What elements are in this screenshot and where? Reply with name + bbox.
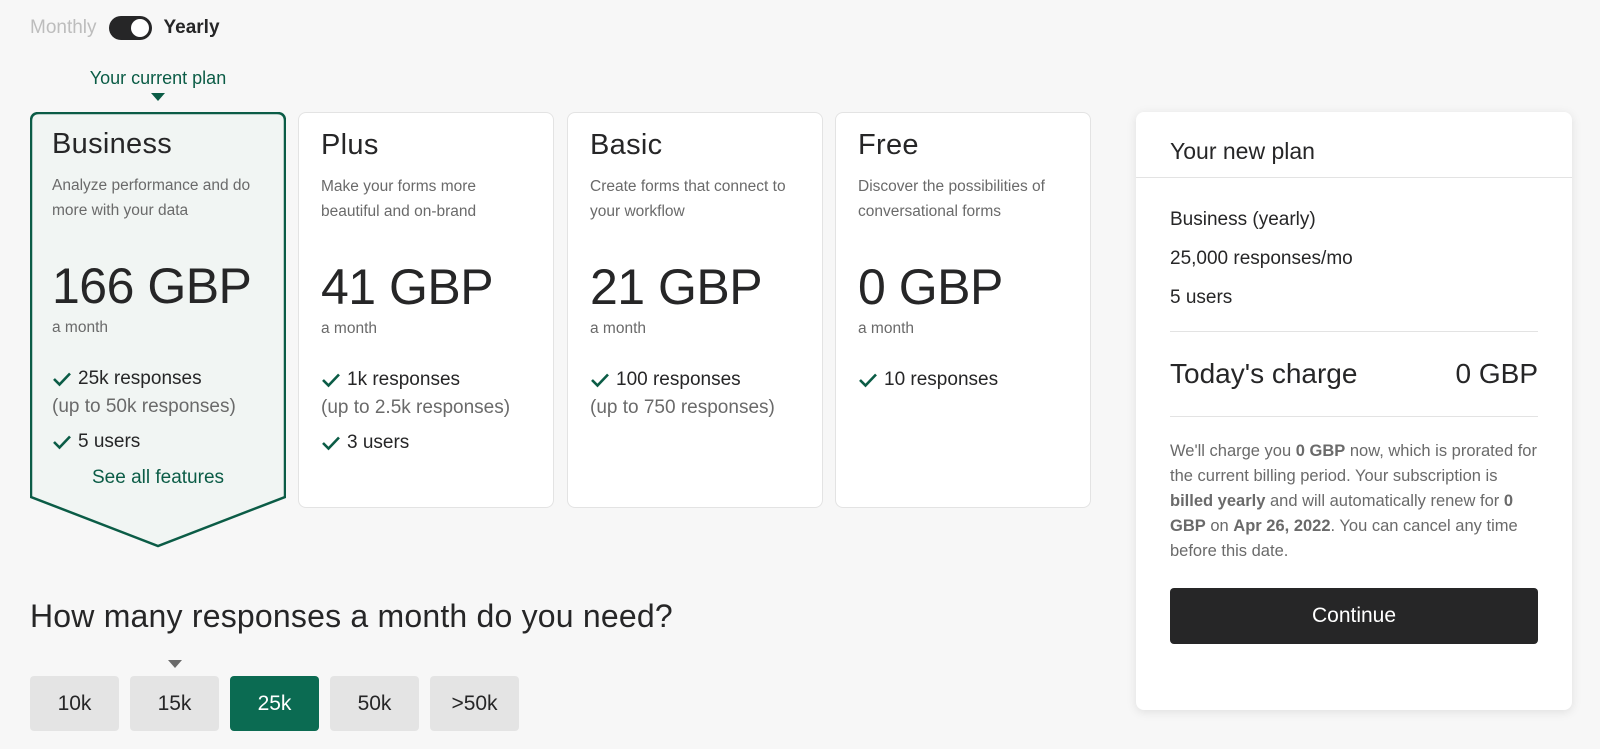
- check-icon: [859, 373, 877, 388]
- plan-name: Basic: [590, 129, 663, 161]
- plan-period: a month: [321, 320, 378, 337]
- plan-period: a month: [52, 319, 109, 336]
- plan-name: Business: [52, 128, 173, 160]
- plan-description: Create forms that connect to your workfl…: [590, 178, 786, 220]
- plan-description: Analyze performance and do more with you…: [52, 177, 251, 219]
- feature-users-label: 5 users: [78, 431, 141, 452]
- continue-button[interactable]: Continue: [1170, 588, 1538, 644]
- feature-responses-note: (up to 50k responses): [52, 396, 236, 417]
- feature-users: 3 users: [321, 432, 531, 454]
- billing-switch[interactable]: [108, 16, 152, 40]
- current-responses-arrow-icon: [168, 660, 182, 668]
- responses-question: How many responses a month do you need?: [30, 598, 673, 634]
- plan-period: a month: [590, 320, 647, 337]
- responses-option-15k[interactable]: 15k: [130, 676, 219, 731]
- plan-price: 21 GBP: [590, 259, 763, 315]
- new-plan-summary: Your new plan Business (yearly) 25,000 r…: [1136, 112, 1572, 710]
- feature-responses-label: 1k responses: [347, 369, 461, 390]
- monthly-label[interactable]: Monthly: [30, 17, 97, 39]
- feature-responses-label: 100 responses: [616, 369, 741, 390]
- responses-option-10k[interactable]: 10k: [30, 676, 119, 731]
- responses-options: 10k 15k 25k 50k >50k: [30, 676, 519, 731]
- feature-responses: 1k responses (up to 2.5k responses): [321, 366, 531, 422]
- plan-description: Make your forms more beautiful and on-br…: [321, 178, 477, 220]
- current-plan-arrow-icon: [151, 93, 165, 101]
- check-icon: [322, 373, 340, 388]
- feature-responses-note: (up to 2.5k responses): [321, 397, 511, 418]
- plan-price: 0 GBP: [858, 259, 1003, 315]
- summary-plan: Business (yearly): [1170, 209, 1316, 230]
- current-plan-marker: Your current plan: [30, 68, 286, 101]
- todays-charge-row: Today's charge 0 GBP: [1170, 332, 1538, 416]
- plan-card-free[interactable]: Free Discover the possibilities of conve…: [835, 112, 1091, 508]
- summary-responses: 25,000 responses/mo: [1170, 248, 1353, 269]
- plan-price: 41 GBP: [321, 259, 494, 315]
- summary-users: 5 users: [1170, 287, 1233, 308]
- todays-charge-label: Today's charge: [1170, 358, 1358, 389]
- todays-charge-value: 0 GBP: [1455, 358, 1538, 389]
- check-icon: [53, 372, 71, 387]
- current-plan-label: Your current plan: [89, 68, 227, 88]
- responses-option-25k[interactable]: 25k: [230, 676, 319, 731]
- feature-responses: 10 responses: [858, 366, 1068, 394]
- check-icon: [53, 435, 71, 450]
- plan-period: a month: [858, 320, 915, 337]
- summary-title: Your new plan: [1136, 112, 1572, 178]
- feature-responses-label: 25k responses: [78, 368, 202, 389]
- plan-description: Discover the possibilities of conversati…: [858, 178, 1045, 220]
- feature-users: 5 users: [52, 431, 264, 453]
- charge-note: We'll charge you 0 GBP now, which is pro…: [1170, 442, 1537, 560]
- check-icon: [322, 436, 340, 451]
- plan-name: Plus: [321, 129, 379, 161]
- responses-option-over-50k[interactable]: >50k: [430, 676, 519, 731]
- plan-card-basic[interactable]: Basic Create forms that connect to your …: [567, 112, 823, 508]
- responses-option-50k[interactable]: 50k: [330, 676, 419, 731]
- divider: [1170, 416, 1538, 417]
- feature-responses-note: (up to 750 responses): [590, 397, 775, 418]
- plan-card-business[interactable]: Business Analyze performance and do more…: [30, 112, 286, 548]
- feature-responses: 25k responses (up to 50k responses): [52, 365, 264, 421]
- plan-price: 166 GBP: [52, 258, 252, 314]
- check-icon: [591, 373, 609, 388]
- plan-card-plus[interactable]: Plus Make your forms more beautiful and …: [298, 112, 554, 508]
- see-all-features-link[interactable]: See all features: [52, 467, 264, 489]
- switch-knob: [130, 19, 149, 37]
- plan-name: Free: [858, 129, 919, 161]
- feature-responses: 100 responses (up to 750 responses): [590, 366, 800, 422]
- billing-toggle: Monthly Yearly: [30, 16, 220, 40]
- feature-responses-label: 10 responses: [884, 369, 999, 390]
- feature-users-label: 3 users: [347, 432, 410, 453]
- yearly-label[interactable]: Yearly: [164, 17, 220, 39]
